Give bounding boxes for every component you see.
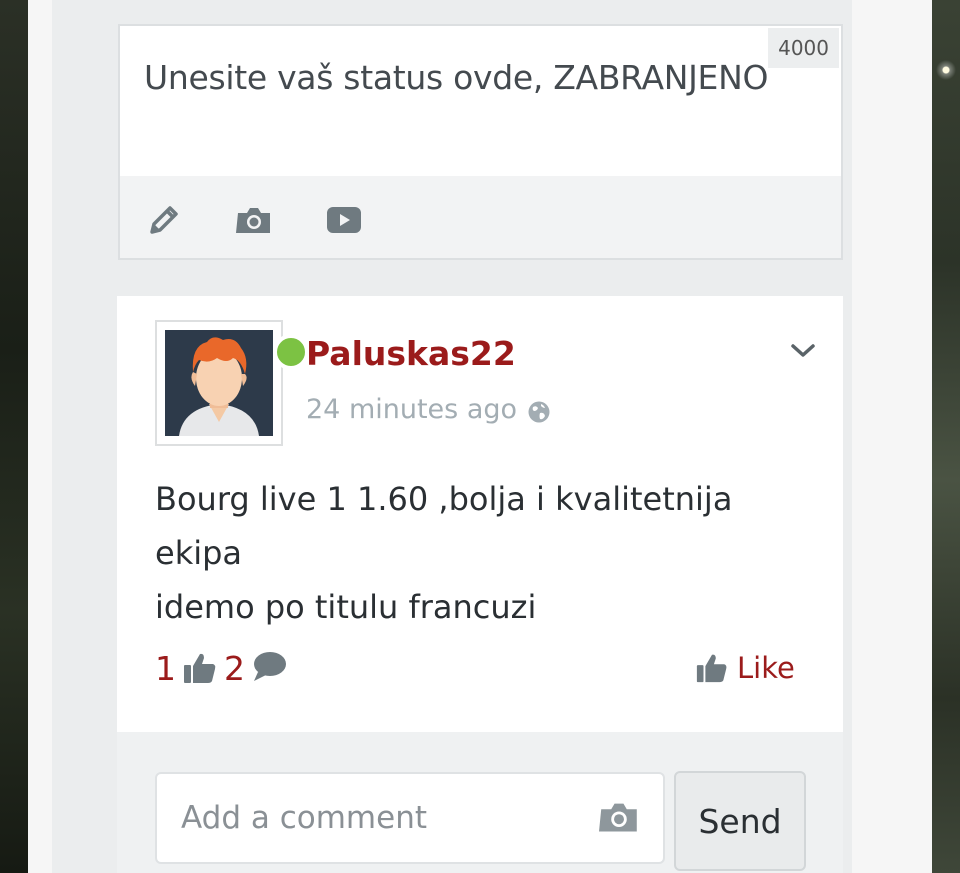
background-right — [932, 0, 960, 873]
send-button[interactable]: Send — [674, 771, 806, 871]
like-count: 1 — [155, 648, 176, 688]
globe-icon — [527, 400, 551, 424]
post-author[interactable]: Paluskas22 — [306, 334, 516, 373]
post-stats: 1 2 — [155, 646, 287, 690]
comment-input[interactable] — [155, 772, 665, 864]
status-composer[interactable]: Unesite vaš status ovde, ZABRANJENO 4000 — [118, 24, 843, 260]
camera-icon[interactable] — [234, 200, 274, 240]
composer-toolbar — [120, 176, 841, 258]
background-left — [0, 0, 28, 873]
status-input-placeholder[interactable]: Unesite vaš status ovde, ZABRANJENO — [144, 58, 768, 97]
comment-area: Send — [117, 732, 843, 873]
comment-count: 2 — [224, 648, 245, 688]
chevron-down-icon[interactable] — [789, 340, 817, 362]
avatar-image — [165, 330, 273, 436]
video-play-icon[interactable] — [324, 200, 364, 240]
thumbs-up-icon — [182, 650, 218, 686]
post-text-line: Bourg live 1 1.60 ,bolja i kvalitetnija … — [155, 480, 733, 572]
like-label: Like — [737, 651, 795, 685]
post-timestamp[interactable]: 24 minutes ago — [306, 394, 517, 425]
pencil-icon[interactable] — [144, 200, 184, 240]
char-counter: 4000 — [768, 28, 839, 68]
online-status-dot — [273, 334, 309, 370]
comment-bubble-icon[interactable] — [251, 650, 287, 686]
post-card: Paluskas22 24 minutes ago Bourg live 1 1… — [117, 296, 843, 732]
post-text: Bourg live 1 1.60 ,bolja i kvalitetnija … — [155, 472, 815, 634]
thumbs-up-icon — [695, 651, 729, 685]
camera-icon[interactable] — [599, 800, 639, 836]
avatar[interactable] — [155, 320, 309, 446]
post-text-line: idemo po titulu francuzi — [155, 588, 537, 626]
like-button[interactable]: Like — [695, 646, 795, 690]
